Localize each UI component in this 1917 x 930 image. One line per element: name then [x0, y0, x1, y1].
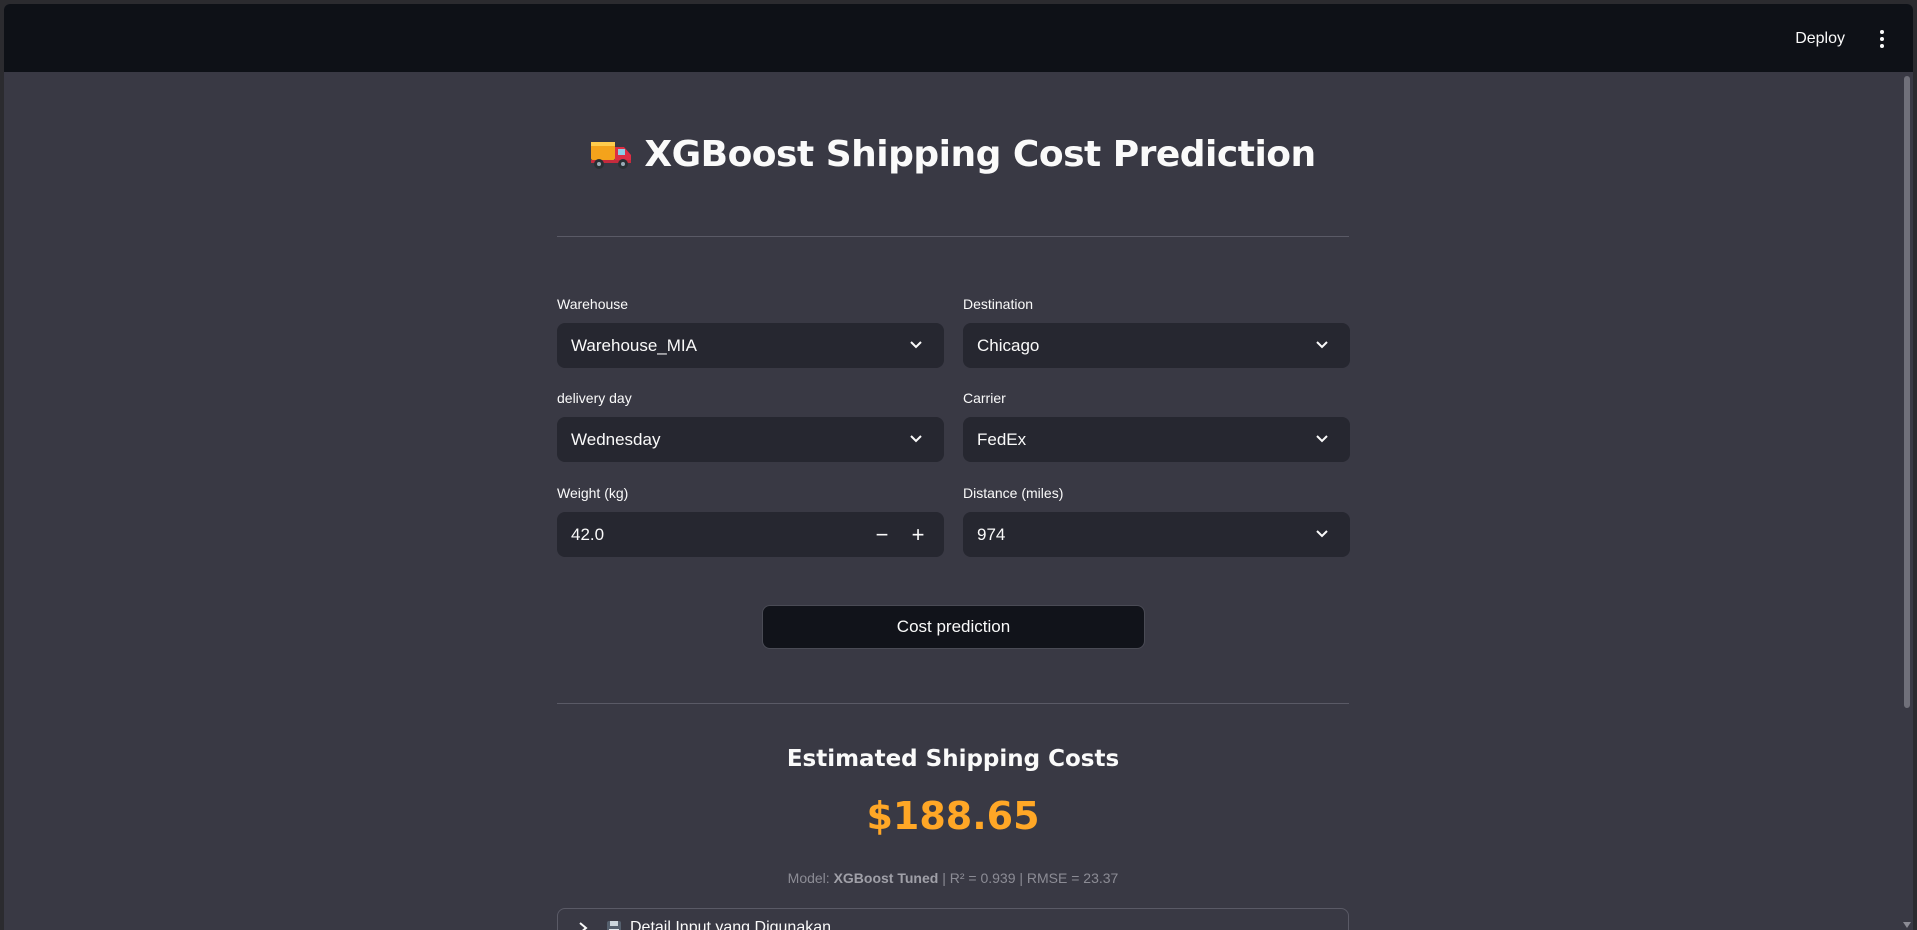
result-heading: Estimated Shipping Costs	[786, 746, 1120, 772]
divider	[557, 236, 1349, 237]
distance-value: 974	[977, 525, 1006, 544]
carrier-label: Carrier	[963, 390, 1006, 406]
destination-label: Destination	[963, 296, 1034, 312]
deploy-button[interactable]: Deploy	[1795, 30, 1845, 48]
weight-number-input: 42.0 − +	[557, 512, 944, 557]
model-metrics: | R² = 0.939 | RMSE = 23.37	[938, 870, 1119, 886]
divider	[557, 703, 1349, 704]
page-title: XGBoost Shipping Cost Prediction	[644, 134, 1316, 175]
weight-label: Weight (kg)	[557, 485, 629, 501]
delivery-day-select[interactable]: Wednesday	[557, 417, 944, 462]
input-details-expander[interactable]: Detail Input yang Digunakan	[557, 908, 1349, 930]
chevron-down-icon	[1316, 435, 1328, 443]
carrier-value: FedEx	[977, 430, 1027, 449]
app-frame: Deploy XGBoost Shipping Cost Prediction …	[4, 4, 1913, 930]
weight-input[interactable]: 42.0	[571, 525, 851, 545]
scrollbar-thumb[interactable]	[1904, 76, 1910, 708]
cost-prediction-button[interactable]: Cost prediction	[762, 605, 1145, 649]
truck-icon	[590, 136, 632, 179]
distance-label: Distance (miles)	[963, 485, 1064, 501]
warehouse-select[interactable]: Warehouse_MIA	[557, 323, 944, 368]
carrier-select[interactable]: FedEx	[963, 417, 1350, 462]
chevron-down-icon	[910, 341, 922, 349]
delivery-day-value: Wednesday	[571, 430, 661, 449]
kebab-menu-icon[interactable]	[1877, 30, 1887, 48]
scroll-down-arrow-icon[interactable]	[1903, 922, 1911, 928]
floppy-disk-icon	[607, 921, 621, 930]
model-info: Model: XGBoost Tuned | R² = 0.939 | RMSE…	[557, 870, 1349, 886]
model-prefix: Model:	[787, 870, 834, 886]
top-toolbar: Deploy	[4, 4, 1913, 72]
warehouse-label: Warehouse	[557, 296, 629, 312]
warehouse-value: Warehouse_MIA	[571, 336, 697, 355]
distance-select[interactable]: 974	[963, 512, 1350, 557]
chevron-down-icon	[910, 435, 922, 443]
weight-decrement-button[interactable]: −	[865, 518, 899, 551]
destination-value: Chicago	[977, 336, 1040, 355]
model-name: XGBoost Tuned	[833, 870, 939, 886]
chevron-down-icon	[1316, 530, 1328, 538]
page-title-row: XGBoost Shipping Cost Prediction	[557, 134, 1349, 179]
delivery-day-label: delivery day	[557, 390, 632, 406]
chevron-down-icon	[1316, 341, 1328, 349]
weight-increment-button[interactable]: +	[901, 518, 935, 551]
destination-select[interactable]: Chicago	[963, 323, 1350, 368]
predicted-price: $188.65	[866, 794, 1040, 838]
expander-label: Detail Input yang Digunakan	[630, 919, 832, 930]
chevron-right-icon	[579, 922, 588, 930]
